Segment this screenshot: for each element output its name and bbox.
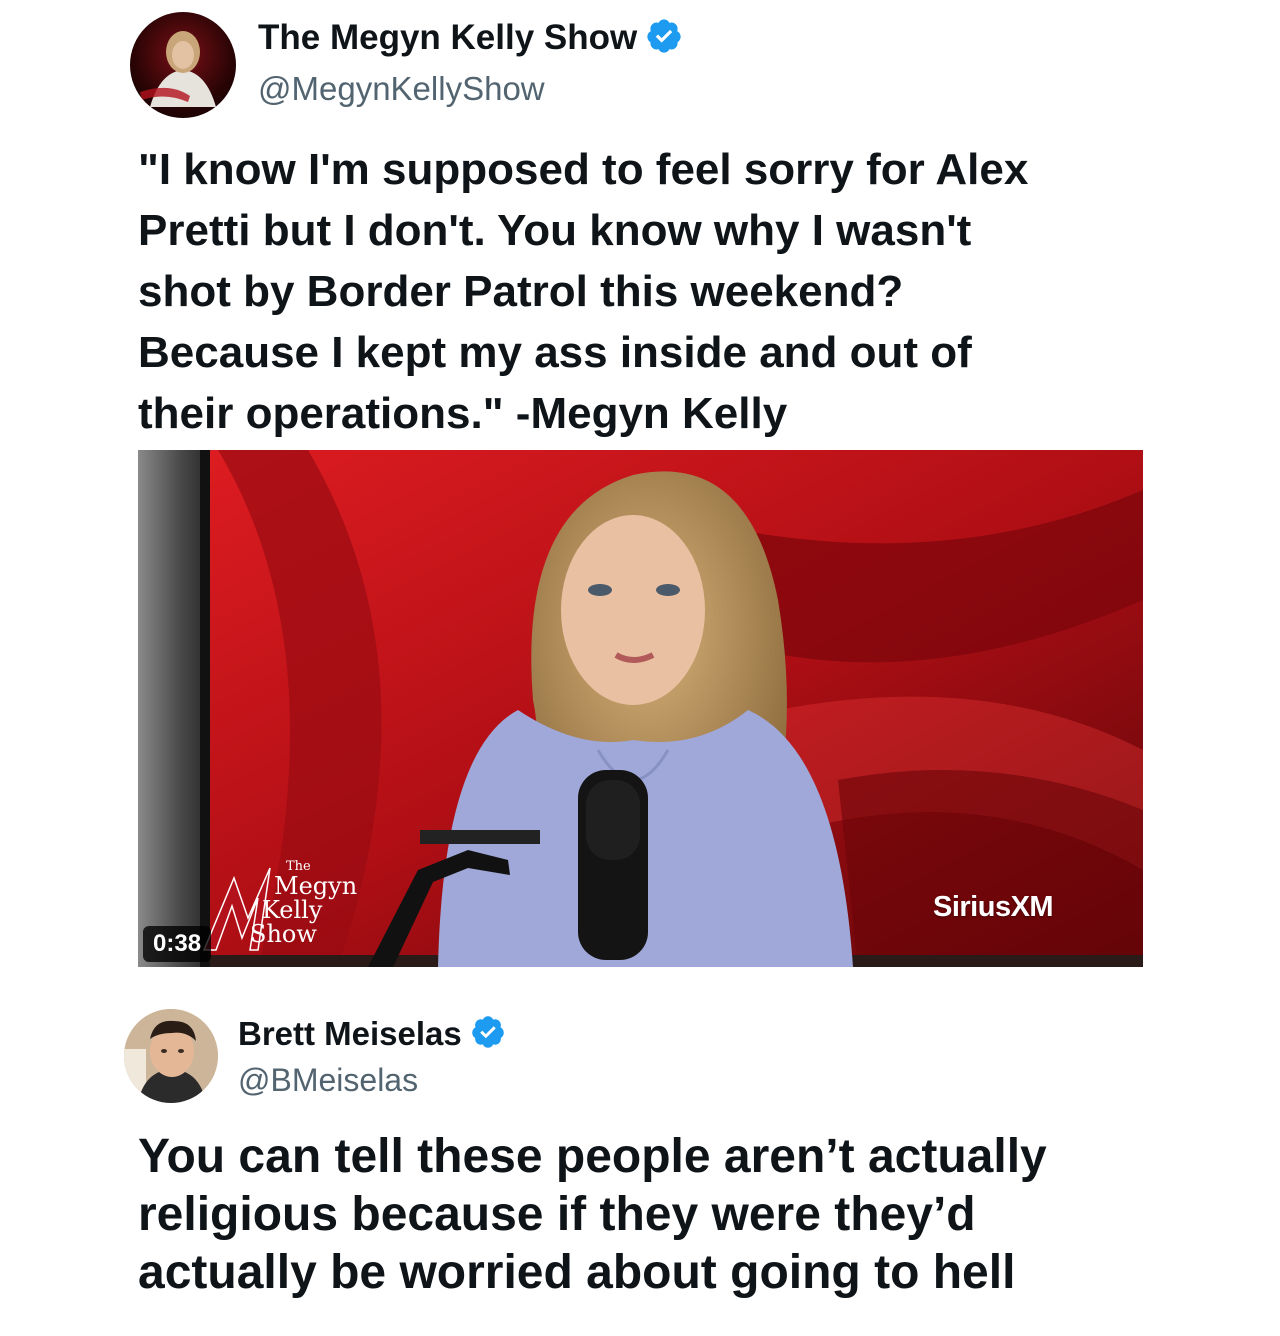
tweet-text-line: You can tell these people aren’t actuall… bbox=[138, 1130, 1047, 1183]
tweet-text-line: Because I kept my ass inside and out of bbox=[138, 328, 972, 377]
name-row: Brett Meiselas bbox=[238, 1014, 506, 1054]
name-row: The Megyn Kelly Show bbox=[258, 16, 683, 60]
tweet-text-line: "I know I'm supposed to feel sorry for A… bbox=[138, 145, 1029, 194]
show-logo-show: Show bbox=[250, 920, 317, 948]
display-name[interactable]: Brett Meiselas bbox=[238, 1015, 462, 1053]
verified-badge-icon bbox=[470, 1014, 506, 1055]
tweet-text-line: shot by Border Patrol this weekend? bbox=[138, 267, 904, 316]
avatar-portrait-icon bbox=[140, 31, 216, 107]
show-logo-kelly: Kelly bbox=[262, 896, 323, 924]
handle[interactable]: @BMeiselas bbox=[238, 1062, 418, 1099]
handle[interactable]: @MegynKellyShow bbox=[258, 70, 545, 108]
show-logo-overlay: The Megyn Kelly Show bbox=[200, 858, 370, 958]
avatar-portrait-icon bbox=[124, 1009, 218, 1103]
siriusxm-watermark: SiriusXM bbox=[933, 891, 1054, 923]
tweet-text-line: Pretti but I don't. You know why I wasn'… bbox=[138, 206, 972, 255]
display-name[interactable]: The Megyn Kelly Show bbox=[258, 18, 637, 58]
video-duration-badge: 0:38 bbox=[143, 926, 212, 962]
show-logo-megyn: Megyn bbox=[274, 872, 358, 900]
verified-badge-icon bbox=[645, 17, 683, 60]
tweet-text-line: their operations." -Megyn Kelly bbox=[138, 389, 788, 438]
tweet-text-line: actually be worried about going to hell bbox=[138, 1246, 1016, 1299]
avatar-megyn-kelly-show[interactable] bbox=[130, 12, 236, 118]
tweet-text-line: religious because if they were they’d bbox=[138, 1188, 976, 1241]
avatar-brett-meiselas[interactable] bbox=[124, 1009, 218, 1103]
